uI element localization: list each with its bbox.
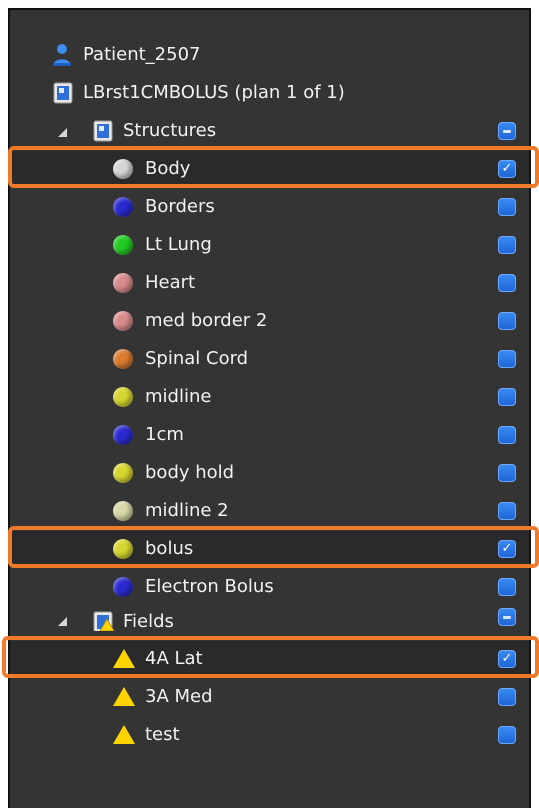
plan-icon xyxy=(53,82,73,104)
1cm-visibility-checkbox[interactable] xyxy=(498,426,516,444)
field-item-4a-lat[interactable]: 4A Lat ✓ xyxy=(10,641,529,677)
med-border-2-color-icon xyxy=(113,311,133,331)
midline-visibility-checkbox[interactable] xyxy=(498,388,516,406)
electron-bolus-visibility-checkbox[interactable] xyxy=(498,578,516,596)
spinal-cord-visibility-checkbox[interactable] xyxy=(498,350,516,368)
structure-label: Lt Lung xyxy=(145,234,212,255)
tree-node-patient[interactable]: Patient_2507 xyxy=(10,37,529,73)
3a-med-visibility-checkbox[interactable] xyxy=(498,688,516,706)
3a-med-field-icon xyxy=(113,687,135,706)
body-hold-color-icon xyxy=(113,463,133,483)
fields-visibility-checkbox[interactable] xyxy=(498,608,516,626)
structure-label: midline 2 xyxy=(145,500,229,521)
electron-bolus-color-icon xyxy=(113,577,133,597)
lt-lung-color-icon xyxy=(113,235,133,255)
structure-item-bolus[interactable]: bolus ✓ xyxy=(10,531,529,567)
structure-item-borders[interactable]: Borders xyxy=(10,189,529,225)
test-visibility-checkbox[interactable] xyxy=(498,726,516,744)
borders-color-icon xyxy=(113,197,133,217)
field-item-test[interactable]: test xyxy=(10,717,529,753)
structure-set-icon xyxy=(93,120,113,142)
expand-collapse-icon[interactable] xyxy=(58,617,67,626)
heart-color-icon xyxy=(113,273,133,293)
med-border-2-visibility-checkbox[interactable] xyxy=(498,312,516,330)
midline-color-icon xyxy=(113,387,133,407)
test-field-icon xyxy=(113,725,135,744)
field-label: test xyxy=(145,724,180,745)
body-color-icon xyxy=(113,159,133,179)
structure-label: body hold xyxy=(145,462,235,483)
structure-item-1cm[interactable]: 1cm xyxy=(10,417,529,453)
body-visibility-checkbox[interactable]: ✓ xyxy=(498,160,516,178)
structure-label: Heart xyxy=(145,272,196,293)
expand-collapse-icon[interactable] xyxy=(58,128,67,137)
structure-item-spinal-cord[interactable]: Spinal Cord xyxy=(10,341,529,377)
structure-item-lt-lung[interactable]: Lt Lung xyxy=(10,227,529,263)
structure-label: bolus xyxy=(145,538,194,559)
bolus-visibility-checkbox[interactable]: ✓ xyxy=(498,540,516,558)
structure-label: Spinal Cord xyxy=(145,348,249,369)
lt-lung-visibility-checkbox[interactable] xyxy=(498,236,516,254)
patient-icon xyxy=(53,44,71,66)
patient-label: Patient_2507 xyxy=(83,44,201,65)
structure-item-body-hold[interactable]: body hold xyxy=(10,455,529,491)
heart-visibility-checkbox[interactable] xyxy=(498,274,516,292)
fields-label: Fields xyxy=(123,611,174,631)
field-item-3a-med[interactable]: 3A Med xyxy=(10,679,529,715)
tree-node-plan[interactable]: LBrst1CMBOLUS (plan 1 of 1) xyxy=(10,75,529,111)
structure-item-body[interactable]: Body ✓ xyxy=(10,151,529,187)
structure-label: med border 2 xyxy=(145,310,268,331)
body-hold-visibility-checkbox[interactable] xyxy=(498,464,516,482)
structure-label: Borders xyxy=(145,196,215,217)
structure-item-heart[interactable]: Heart xyxy=(10,265,529,301)
structure-label: Electron Bolus xyxy=(145,576,274,597)
tree-node-fields[interactable]: Fields xyxy=(10,605,529,631)
4a-lat-field-icon xyxy=(113,649,135,668)
1cm-color-icon xyxy=(113,425,133,445)
field-label: 3A Med xyxy=(145,686,213,707)
field-label: 4A Lat xyxy=(145,648,203,669)
spinal-cord-color-icon xyxy=(113,349,133,369)
structures-label: Structures xyxy=(123,120,217,141)
structure-item-med-border-2[interactable]: med border 2 xyxy=(10,303,529,339)
structure-item-electron-bolus[interactable]: Electron Bolus xyxy=(10,569,529,605)
midline-2-color-icon xyxy=(113,501,133,521)
structure-label: 1cm xyxy=(145,424,184,445)
fields-icon xyxy=(93,611,115,631)
midline-2-visibility-checkbox[interactable] xyxy=(498,502,516,520)
structure-item-midline[interactable]: midline xyxy=(10,379,529,415)
plan-label: LBrst1CMBOLUS (plan 1 of 1) xyxy=(83,82,345,103)
4a-lat-visibility-checkbox[interactable]: ✓ xyxy=(498,650,516,668)
borders-visibility-checkbox[interactable] xyxy=(498,198,516,216)
structures-visibility-checkbox[interactable] xyxy=(498,122,516,140)
bolus-color-icon xyxy=(113,539,133,559)
structure-label: Body xyxy=(145,158,191,179)
structure-label: midline xyxy=(145,386,212,407)
tree-node-structures[interactable]: Structures xyxy=(10,113,529,149)
structure-item-midline-2[interactable]: midline 2 xyxy=(10,493,529,529)
structure-tree-panel: Patient_2507 LBrst1CMBOLUS (plan 1 of 1)… xyxy=(8,8,531,808)
